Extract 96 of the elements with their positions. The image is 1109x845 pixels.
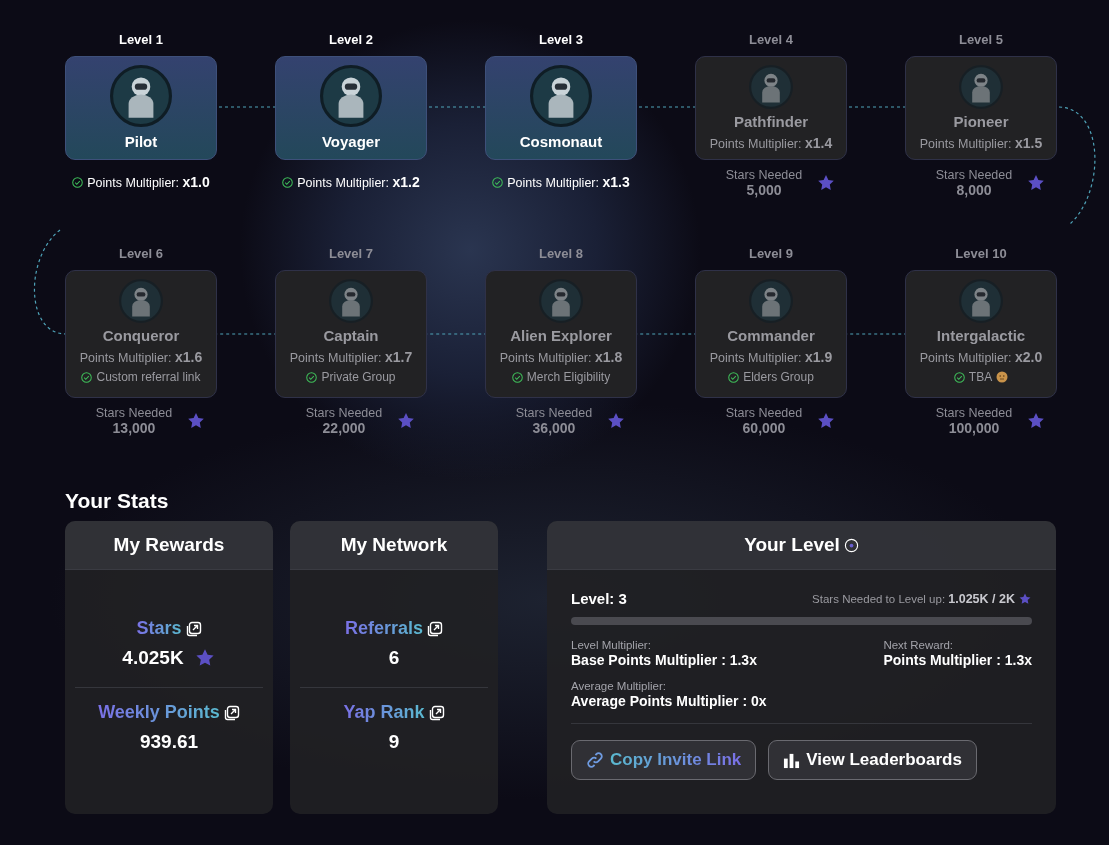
level-label: Level 5 [958,32,1004,48]
perk-text: Custom referral link [96,370,201,384]
stat-link[interactable]: Weekly Points [98,702,220,723]
level-label: Level 8 [538,246,584,262]
level-label: Level 9 [748,246,794,262]
perk-text: Elders Group [743,370,814,384]
card-title: My Rewards [65,521,273,570]
stars-needed-text: Stars Needed to Level up: 1.025K / 2K [812,591,1015,606]
detail-value: Average Points Multiplier : 0x [571,693,768,709]
multiplier-text: Points Multiplier: x1.3 [507,174,630,190]
level-label: Level 1 [118,32,164,48]
stars-needed-value: 5,000 [746,182,782,198]
multiplier-text: Points Multiplier: x1.7 [289,349,413,365]
card-title: Your Level [744,534,840,556]
check-icon [953,371,965,383]
avatar-icon [539,279,583,323]
level-name: Intergalactic [936,327,1026,344]
link-icon [586,751,604,769]
emoji-icon [996,371,1009,383]
stat-value: 6 [388,647,400,669]
level-text: Level: 3 [571,590,627,607]
external-link-icon [185,620,202,637]
avatar-icon [110,65,172,127]
stars-needed-value: 8,000 [956,182,992,198]
check-icon [728,371,740,383]
star-icon [1018,591,1032,606]
avatar-icon [530,65,592,127]
stat-value: 939.61 [139,731,199,753]
detail-label: Level Multiplier: [571,639,652,651]
level-label: Level 4 [748,32,794,48]
level-name: Commander [727,327,815,344]
external-link-icon [428,704,445,721]
multiplier-text: Points Multiplier: x2.0 [919,349,1043,365]
check-icon [81,371,93,383]
stat-value: 4.025K [122,647,184,669]
avatar-icon [320,65,382,127]
avatar-icon [749,65,793,109]
bar-chart-icon [783,751,801,769]
stars-needed-label: Stars Needed [935,168,1013,182]
stars-needed-value: 36,000 [532,420,576,436]
multiplier-text: Points Multiplier: x1.4 [709,135,833,151]
stars-needed-label: Stars Needed [725,168,803,182]
avatar-icon [329,279,373,323]
perk-text: Private Group [321,370,396,384]
detail-value: Points Multiplier : 1.3x [883,652,1032,668]
check-icon [282,176,294,188]
level-name: Pioneer [953,113,1009,130]
stars-needed-value: 100,000 [948,420,1000,436]
level-name: Conqueror [102,327,180,344]
multiplier-text: Points Multiplier: x1.0 [87,174,210,190]
check-icon [306,371,318,383]
level-name: Pilot [124,133,158,150]
card-title: My Network [290,521,498,570]
leaderboards-button[interactable]: View Leaderboards [768,740,977,780]
check-icon [492,176,504,188]
avatar-icon [749,279,793,323]
multiplier-text: Points Multiplier: x1.5 [919,135,1043,151]
level-name: Pathfinder [733,113,809,130]
stat-value: 9 [388,731,400,753]
check-icon [72,176,84,188]
stars-needed-label: Stars Needed [725,406,803,420]
stars-needed-value: 60,000 [742,420,786,436]
stars-needed-label: Stars Needed [305,406,383,420]
stat-link[interactable]: Yap Rank [343,702,425,723]
multiplier-text: Points Multiplier: x1.6 [79,349,203,365]
stars-needed-label: Stars Needed [935,406,1013,420]
stars-needed-value: 22,000 [322,420,366,436]
section-title: Your Stats [65,488,170,514]
detail-label: Next Reward: [883,639,955,651]
avatar-icon [959,279,1003,323]
level-name: Captain [323,327,379,344]
external-link-icon [223,704,240,721]
detail-value: Base Points Multiplier : 1.3x [571,652,758,668]
avatar-icon [959,65,1003,109]
level-label: Level 3 [538,32,584,48]
level-label: Level 10 [955,246,1007,262]
perk-text: Merch Eligibility [526,370,611,384]
level-name: Voyager [321,133,381,150]
help-icon [843,537,859,553]
check-icon [511,371,523,383]
level-label: Level 6 [118,246,164,262]
level-label: Level 2 [328,32,374,48]
avatar-icon [119,279,163,323]
multiplier-text: Points Multiplier: x1.9 [709,349,833,365]
detail-label: Average Multiplier: [571,680,668,692]
level-label: Level 7 [328,246,374,262]
perk-text: TBA [968,370,993,384]
external-link-icon [427,620,443,637]
level-name: Alien Explorer [510,327,612,344]
stars-needed-value: 13,000 [112,420,156,436]
multiplier-text: Points Multiplier: x1.2 [297,174,420,190]
level-name: Cosmonaut [519,133,603,150]
copy-invite-button[interactable]: Copy Invite Link [571,740,757,780]
multiplier-text: Points Multiplier: x1.8 [499,349,623,365]
stars-needed-label: Stars Needed [515,406,593,420]
stars-needed-label: Stars Needed [95,406,173,420]
